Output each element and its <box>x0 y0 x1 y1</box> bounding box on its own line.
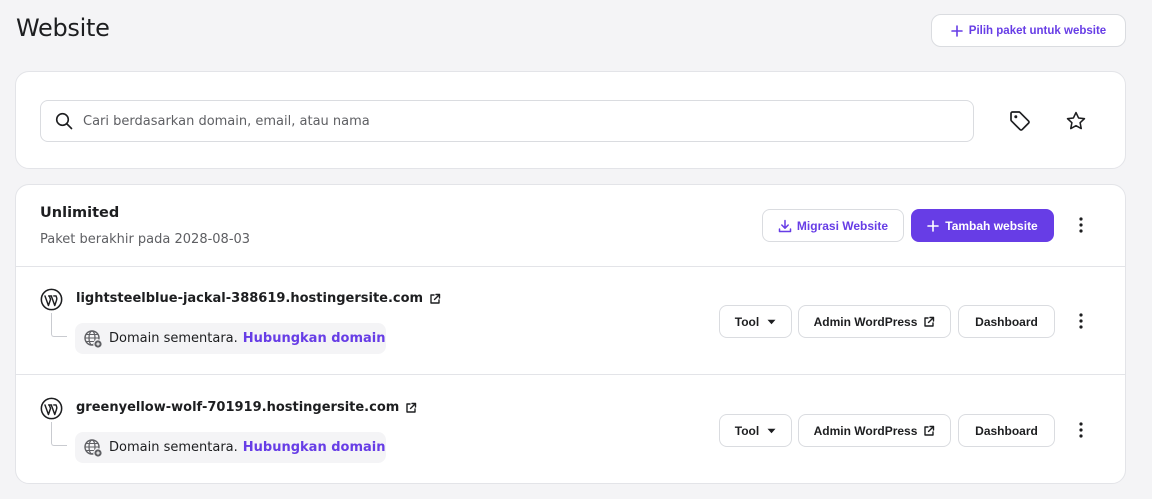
external-link-icon <box>924 425 935 436</box>
kebab-icon <box>1079 217 1083 233</box>
website-domain: lightsteelblue-jackal-388619.hostingersi… <box>76 291 424 306</box>
tool-dropdown-button[interactable]: Tool <box>719 414 792 447</box>
plan-card: Unlimited Paket berakhir pada 2028-08-03… <box>15 184 1126 484</box>
kebab-icon <box>1079 422 1083 438</box>
globe-icon <box>83 438 103 458</box>
download-icon <box>778 219 792 232</box>
temporary-domain-notice: Domain sementara. Hubungkan domain <box>75 432 386 463</box>
choose-plan-button[interactable]: Pilih paket untuk website <box>931 14 1126 47</box>
tag-icon <box>1010 111 1030 131</box>
plan-expiry: Paket berakhir pada 2028-08-03 <box>40 232 251 247</box>
globe-icon <box>83 329 103 349</box>
temporary-domain-notice: Domain sementara. Hubungkan domain <box>75 323 386 354</box>
website-more-button[interactable] <box>1071 305 1091 337</box>
wordpress-admin-button[interactable]: Admin WordPress <box>798 305 951 338</box>
connect-domain-link[interactable]: Hubungkan domain <box>243 440 386 455</box>
chevron-down-icon <box>767 428 776 433</box>
page-title: Website <box>16 14 110 42</box>
tag-filter-button[interactable] <box>1004 105 1036 137</box>
website-domain: greenyellow-wolf-701919.hostingersite.co… <box>76 400 400 415</box>
wordpress-admin-button[interactable]: Admin WordPress <box>798 414 951 447</box>
website-more-button[interactable] <box>1071 414 1091 446</box>
plan-header: Unlimited Paket berakhir pada 2028-08-03… <box>16 185 1125 267</box>
favorites-button[interactable] <box>1060 105 1092 137</box>
temporary-domain-label: Domain sementara. <box>109 331 238 346</box>
wordpress-admin-label: Admin WordPress <box>813 423 918 438</box>
add-website-label: Tambah website <box>945 218 1038 233</box>
search-icon <box>55 112 73 130</box>
wordpress-icon <box>40 397 63 424</box>
plus-icon <box>927 219 940 232</box>
dashboard-button[interactable]: Dashboard <box>958 414 1055 447</box>
temporary-domain-label: Domain sementara. <box>109 440 238 455</box>
website-row: lightsteelblue-jackal-388619.hostingersi… <box>16 267 1125 375</box>
kebab-icon <box>1079 313 1083 329</box>
search-box[interactable] <box>40 100 974 142</box>
tool-dropdown-button[interactable]: Tool <box>719 305 792 338</box>
website-domain-link[interactable]: greenyellow-wolf-701919.hostingersite.co… <box>76 400 417 415</box>
external-link-icon <box>924 316 935 327</box>
migrate-website-button[interactable]: Migrasi Website <box>762 209 904 242</box>
plan-name: Unlimited <box>40 205 120 221</box>
tool-label: Tool <box>734 314 760 329</box>
wordpress-admin-label: Admin WordPress <box>813 314 918 329</box>
website-domain-link[interactable]: lightsteelblue-jackal-388619.hostingersi… <box>76 291 441 306</box>
star-icon <box>1066 111 1086 130</box>
chevron-down-icon <box>767 319 776 324</box>
choose-plan-label: Pilih paket untuk website <box>968 24 1107 37</box>
connect-domain-link[interactable]: Hubungkan domain <box>243 331 386 346</box>
wordpress-icon <box>40 288 63 315</box>
tree-connector <box>51 422 67 446</box>
dashboard-button[interactable]: Dashboard <box>958 305 1055 338</box>
search-input[interactable] <box>83 113 943 129</box>
add-website-button[interactable]: Tambah website <box>911 209 1054 242</box>
external-link-icon <box>430 293 441 304</box>
website-row: greenyellow-wolf-701919.hostingersite.co… <box>16 376 1125 483</box>
plan-more-button[interactable] <box>1071 209 1091 241</box>
plus-icon <box>950 24 963 37</box>
tree-connector <box>51 313 67 337</box>
search-card <box>15 71 1126 169</box>
external-link-icon <box>406 402 417 413</box>
migrate-website-label: Migrasi Website <box>796 218 889 233</box>
tool-label: Tool <box>734 423 760 438</box>
